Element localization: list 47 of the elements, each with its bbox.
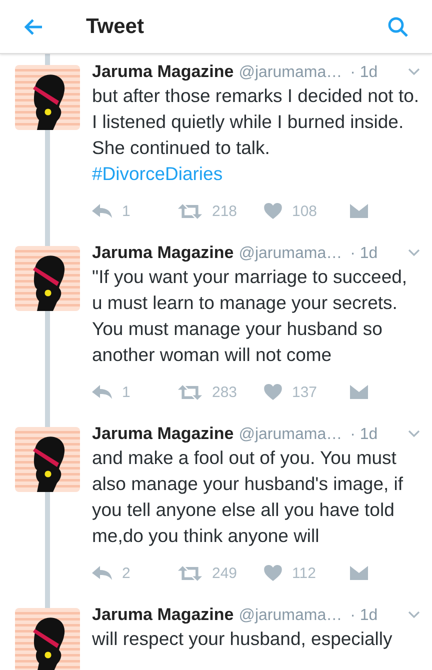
chevron-down-icon[interactable] — [408, 249, 420, 257]
retweet-count: 283 — [212, 384, 238, 400]
heart-icon[interactable] — [264, 384, 282, 400]
mail-icon[interactable] — [350, 204, 368, 218]
reply-count: 1 — [122, 384, 130, 400]
author-handle: @jarumama… — [238, 426, 342, 444]
avatar[interactable] — [15, 65, 80, 130]
screen-title: Tweet — [86, 14, 145, 38]
like-count: 112 — [292, 564, 316, 582]
like-count: 108 — [292, 202, 318, 220]
tweet-text: will respect your husband, especially — [92, 627, 394, 651]
avatar[interactable] — [15, 246, 80, 311]
author-handle: @jarumama… — [238, 245, 342, 263]
author-handle: @jarumama… — [238, 64, 342, 82]
chevron-down-icon[interactable] — [408, 68, 420, 76]
reply-count: 2 — [122, 564, 130, 582]
reply-count: 1 — [122, 202, 130, 220]
tweet-text: "If you want your marriage to succeed, u must learn to manage your secrets. You must manage your husband so another woman will not come — [92, 265, 408, 367]
author-name[interactable]: Jaruma Magazine — [92, 424, 234, 444]
author-name[interactable]: Jaruma Magazine — [92, 62, 234, 82]
chevron-down-icon[interactable] — [408, 430, 420, 438]
like-count: 137 — [292, 384, 318, 400]
retweet-icon[interactable] — [178, 204, 202, 218]
avatar[interactable] — [15, 427, 80, 492]
timestamp: · 1d — [350, 245, 379, 263]
mail-icon[interactable] — [350, 566, 368, 580]
avatar[interactable] — [15, 608, 80, 670]
mail-icon[interactable] — [350, 385, 368, 399]
timestamp: · 1d — [350, 426, 379, 444]
heart-icon[interactable] — [264, 203, 282, 219]
retweet-count: 218 — [212, 202, 238, 220]
reply-icon[interactable] — [92, 385, 112, 399]
retweet-icon[interactable] — [178, 566, 202, 580]
chevron-down-icon[interactable] — [408, 611, 420, 619]
author-handle: @jarumama… — [238, 607, 342, 625]
reply-icon[interactable] — [92, 204, 112, 218]
author-name[interactable]: Jaruma Magazine — [92, 605, 234, 625]
author-name[interactable]: Jaruma Magazine — [92, 243, 234, 263]
retweet-icon[interactable] — [178, 384, 202, 400]
timestamp: · 1d — [350, 64, 379, 82]
reply-icon[interactable] — [92, 566, 112, 580]
tweet-text: and make a fool out of you. You must also manage your husband's image, if you tell anyone else all you have told me,do you think anyone will — [92, 446, 404, 548]
retweet-count: 249 — [212, 564, 238, 582]
timestamp: · 1d — [350, 607, 379, 625]
search-icon[interactable] — [386, 14, 410, 38]
heart-icon[interactable] — [264, 565, 282, 581]
tweet-text: but after those remarks I decided not to. I listened quietly while I burned inside. She continued to talk. — [92, 84, 420, 160]
